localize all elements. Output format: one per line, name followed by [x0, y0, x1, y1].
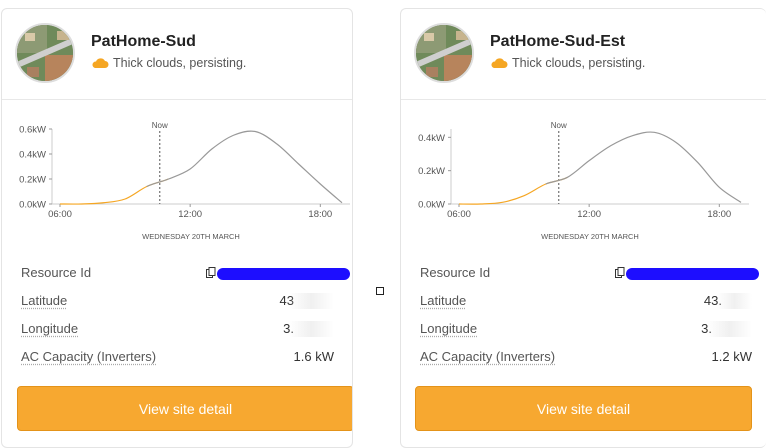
latitude-label[interactable]: Latitude: [21, 293, 67, 308]
capacity-label[interactable]: AC Capacity (Inverters): [420, 349, 555, 364]
x-axis-label: WEDNESDAY 20TH MARCH: [142, 232, 240, 241]
view-site-detail-button[interactable]: View site detail: [17, 386, 353, 431]
now-label: Now: [152, 121, 168, 130]
series-forecast-line: [546, 132, 741, 202]
redacted-fade: [289, 321, 334, 337]
y-tick-label: 0.0kW: [418, 200, 445, 211]
x-tick-label: 12:00: [178, 209, 202, 220]
cloud-icon: [490, 57, 508, 69]
weather-status: Thick clouds, persisting.: [91, 56, 246, 70]
longitude-label[interactable]: Longitude: [21, 321, 78, 336]
copy-icon[interactable]: [206, 267, 216, 279]
resource-id-label: Resource Id: [420, 265, 490, 280]
capacity-row: AC Capacity (Inverters) 1.6 kW: [21, 347, 334, 367]
cloud-icon: [91, 57, 109, 69]
site-name: PatHome-Sud: [91, 33, 196, 51]
x-axis-label: WEDNESDAY 20TH MARCH: [541, 232, 639, 241]
weather-status: Thick clouds, persisting.: [490, 56, 645, 70]
weather-text: Thick clouds, persisting.: [113, 56, 246, 70]
x-tick-label: 18:00: [707, 209, 731, 220]
x-tick-label: 06:00: [48, 209, 72, 220]
site-card: PatHome-Sud Thick clouds, persisting. 0.…: [1, 8, 353, 448]
longitude-label[interactable]: Longitude: [420, 321, 477, 336]
series-past-line: [60, 179, 168, 204]
series-forecast-line: [147, 131, 342, 203]
latitude-row: Latitude 43.: [420, 291, 752, 311]
resource-id-row: Resource Id: [21, 263, 334, 283]
x-tick-label: 18:00: [308, 209, 332, 220]
x-tick-label: 06:00: [447, 209, 471, 220]
production-chart: 0.0kW 0.2kW 0.4kW 0.6kW 06:00 12:00 18:00 WEDNE…: [2, 117, 353, 247]
y-tick-label: 0.0kW: [19, 200, 46, 211]
redacted-fade: [707, 321, 752, 337]
redacted-resource-id: [626, 268, 759, 280]
capacity-label[interactable]: AC Capacity (Inverters): [21, 349, 156, 364]
copy-icon[interactable]: [615, 267, 625, 279]
latitude-label[interactable]: Latitude: [420, 293, 466, 308]
latitude-row: Latitude 43: [21, 291, 334, 311]
y-tick-label: 0.4kW: [19, 150, 46, 161]
longitude-row: Longitude 3.: [21, 319, 334, 339]
now-label: Now: [551, 121, 567, 130]
site-thumbnail: [15, 23, 75, 83]
site-card: PatHome-Sud-Est Thick clouds, persisting…: [400, 8, 766, 448]
x-tick-label: 12:00: [577, 209, 601, 220]
view-site-detail-button[interactable]: View site detail: [415, 386, 752, 431]
y-tick-label: 0.6kW: [19, 125, 46, 136]
y-tick-label: 0.2kW: [19, 175, 46, 186]
y-tick-label: 0.4kW: [418, 133, 445, 144]
weather-text: Thick clouds, persisting.: [512, 56, 645, 70]
redacted-fade: [289, 293, 334, 309]
card-header: PatHome-Sud-Est Thick clouds, persisting…: [401, 9, 766, 100]
site-name: PatHome-Sud-Est: [490, 33, 625, 51]
production-chart: 0.0kW 0.2kW 0.4kW 06:00 12:00 18:00 WEDNESDAY …: [401, 117, 766, 247]
resource-id-label: Resource Id: [21, 265, 91, 280]
series-past-line: [459, 177, 567, 204]
capacity-row: AC Capacity (Inverters) 1.2 kW: [420, 347, 752, 367]
site-thumbnail: [414, 23, 474, 83]
checkbox-marker[interactable]: [376, 287, 384, 295]
longitude-row: Longitude 3.: [420, 319, 752, 339]
redacted-fade: [717, 293, 752, 309]
resource-id-row: Resource Id: [420, 263, 752, 283]
capacity-value: 1.2 kW: [712, 349, 752, 364]
card-header: PatHome-Sud Thick clouds, persisting.: [2, 9, 352, 100]
redacted-resource-id: [217, 268, 350, 280]
capacity-value: 1.6 kW: [294, 349, 334, 364]
y-tick-label: 0.2kW: [418, 166, 445, 177]
